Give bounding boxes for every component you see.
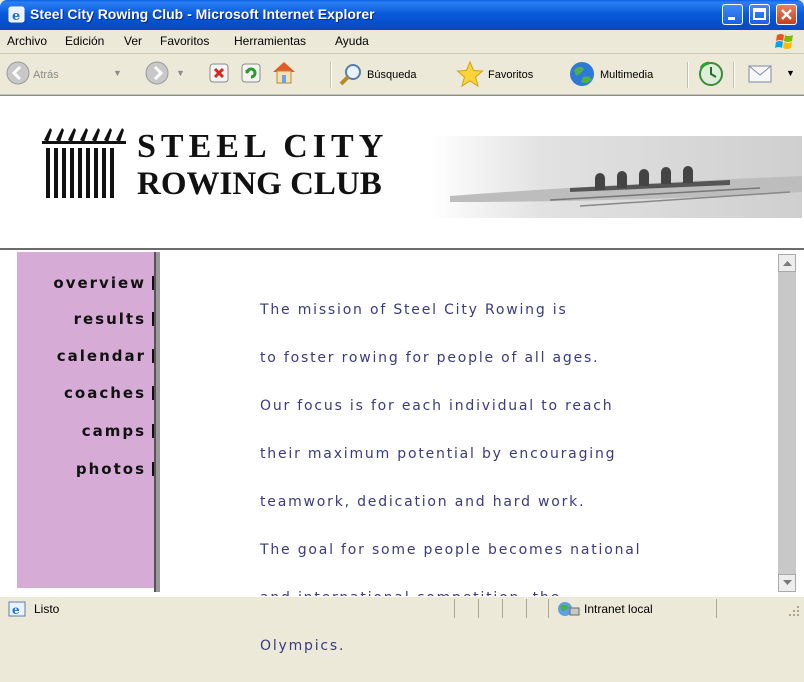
menu-favoritos[interactable]: Favoritos xyxy=(160,34,209,48)
media-label[interactable]: Multimedia xyxy=(600,69,653,81)
stop-icon[interactable] xyxy=(208,62,230,84)
status-bar: e Listo Intranet local xyxy=(0,596,804,621)
intranet-zone-icon xyxy=(558,602,580,616)
menu-ayuda[interactable]: Ayuda xyxy=(335,34,369,48)
vertical-scrollbar[interactable] xyxy=(778,254,796,592)
toolbar-separator xyxy=(687,62,689,88)
menu-bar: Archivo Edición Ver Favoritos Herramient… xyxy=(0,30,804,54)
minimize-button[interactable] xyxy=(722,4,743,25)
svg-text:e: e xyxy=(12,603,20,617)
menu-herramientas[interactable]: Herramientas xyxy=(234,34,306,48)
status-pane xyxy=(454,599,455,618)
nav-label: calendar xyxy=(56,347,146,365)
main-frame: The mission of Steel City Rowing is to f… xyxy=(160,254,776,654)
mail-dropdown-icon[interactable]: ▼ xyxy=(786,68,795,78)
nav-label: coaches xyxy=(64,384,146,402)
title-bar[interactable]: e Steel City Rowing Club - Microsoft Int… xyxy=(0,0,804,30)
mission-line: The goal for some people becomes nationa… xyxy=(260,542,642,558)
nav-item-photos[interactable]: photos xyxy=(76,460,154,478)
windows-logo-icon xyxy=(775,34,793,49)
page-icon: e xyxy=(8,601,26,617)
status-pane xyxy=(526,599,527,618)
nav-label: photos xyxy=(75,460,146,478)
status-pane xyxy=(502,599,503,618)
svg-text:e: e xyxy=(12,9,20,23)
arrow-down-icon xyxy=(783,580,792,585)
arrow-up-icon xyxy=(783,261,792,266)
browser-content: STEEL CITY ROWING CLUB overview results … xyxy=(0,95,804,654)
menu-edicion[interactable]: Edición xyxy=(65,34,104,48)
rowing-club-logo-icon xyxy=(42,128,126,198)
security-zone-label: Intranet local xyxy=(584,602,653,616)
sidebar-nav: overview results calendar coaches camps … xyxy=(17,252,154,588)
resize-grip-icon[interactable] xyxy=(788,605,800,617)
nav-item-calendar[interactable]: calendar xyxy=(57,347,154,365)
banner-divider xyxy=(0,248,804,250)
forward-dropdown-icon[interactable]: ▼ xyxy=(176,68,185,78)
refresh-icon[interactable] xyxy=(240,62,262,84)
mission-line: Our focus is for each individual to reac… xyxy=(260,398,614,414)
home-icon[interactable] xyxy=(270,59,298,85)
scroll-up-button[interactable] xyxy=(778,254,796,272)
mission-line: The mission of Steel City Rowing is xyxy=(260,302,568,318)
nav-label: overview xyxy=(53,274,146,292)
nav-item-camps[interactable]: camps xyxy=(82,422,154,440)
menu-archivo[interactable]: Archivo xyxy=(7,34,47,48)
search-label[interactable]: Búsqueda xyxy=(367,69,417,81)
nav-label: results xyxy=(73,310,146,328)
scroll-down-button[interactable] xyxy=(778,574,796,592)
maximize-button[interactable] xyxy=(749,4,770,25)
menu-ver[interactable]: Ver xyxy=(124,34,142,48)
search-icon[interactable] xyxy=(338,62,364,86)
favorites-star-icon[interactable] xyxy=(455,60,485,88)
forward-icon[interactable] xyxy=(145,61,169,85)
club-name-line2: ROWING CLUB xyxy=(137,166,382,202)
club-name-line1: STEEL CITY xyxy=(137,128,389,165)
status-text: Listo xyxy=(34,602,60,616)
window-title: Steel City Rowing Club - Microsoft Inter… xyxy=(30,6,375,22)
mission-line: to foster rowing for people of all ages. xyxy=(260,350,600,366)
back-dropdown-icon[interactable]: ▼ xyxy=(113,68,122,78)
rowing-boat-image xyxy=(430,136,802,218)
back-icon[interactable] xyxy=(6,61,30,85)
nav-item-overview[interactable]: overview xyxy=(53,274,154,292)
ie-icon: e xyxy=(8,6,25,23)
mission-line: their maximum potential by encouraging xyxy=(260,446,617,462)
back-label[interactable]: Atrás xyxy=(33,69,59,81)
status-pane xyxy=(716,599,717,618)
mail-icon[interactable] xyxy=(747,62,775,86)
mission-line: Olympics. xyxy=(260,638,346,654)
nav-item-coaches[interactable]: coaches xyxy=(64,384,154,402)
status-pane xyxy=(478,599,479,618)
media-icon[interactable] xyxy=(568,60,596,88)
favorites-label[interactable]: Favoritos xyxy=(488,69,533,81)
nav-label: camps xyxy=(81,422,146,440)
status-pane xyxy=(548,599,549,618)
close-button[interactable] xyxy=(776,4,797,25)
nav-item-results[interactable]: results xyxy=(74,310,154,328)
toolbar-separator xyxy=(733,62,735,88)
history-icon[interactable] xyxy=(697,60,725,88)
toolbar-separator xyxy=(330,62,332,88)
mission-line: teamwork, dedication and hard work. xyxy=(260,494,586,510)
site-banner: STEEL CITY ROWING CLUB xyxy=(0,96,802,218)
toolbar: Atrás ▼ ▼ Búsqueda Favoritos Multimedia xyxy=(0,54,804,95)
